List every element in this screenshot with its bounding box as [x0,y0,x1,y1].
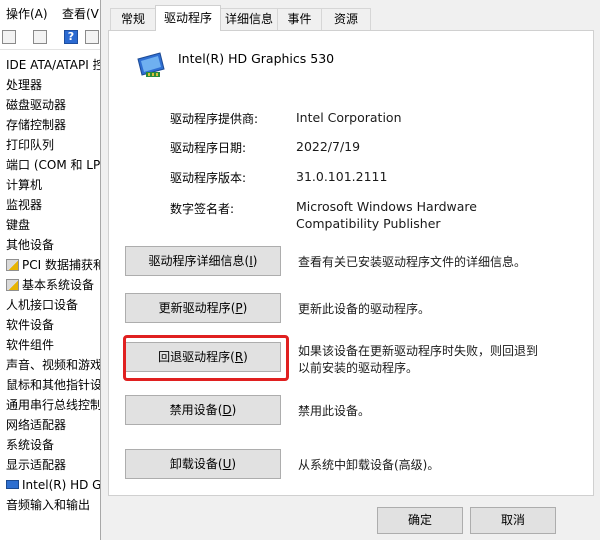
tree-node[interactable]: 处理器 [6,75,42,95]
toolbar-list-icon[interactable] [33,30,47,44]
uninstall-device-description: 从系统中卸载设备(高级)。 [298,458,440,472]
tree-node[interactable]: 系统设备 [6,435,54,455]
driver-tab-panel: Intel(R) HD Graphics 530 驱动程序提供商: Intel … [108,30,594,496]
tree-node[interactable]: 计算机 [6,175,42,195]
menu-bar: 操作(A) 查看(V) [0,0,110,26]
access-key: U [222,457,232,471]
rollback-highlight-box [123,335,289,381]
ok-button[interactable]: 确定 [377,507,463,534]
tab-bar: 常规 驱动程序 详细信息 事件 资源 [101,0,600,31]
tree-node[interactable]: 存储控制器 [6,115,66,135]
tree-node[interactable]: 基本系统设备 [6,275,94,295]
tree-node[interactable]: 端口 (COM 和 LPT) [6,155,112,175]
tree-node[interactable]: 软件设备 [6,315,54,335]
update-driver-button[interactable]: 更新驱动程序(P) [125,293,281,323]
signer-label: 数字签名者: [170,202,235,216]
device-name: Intel(R) HD Graphics 530 [178,51,335,66]
tree-node[interactable]: 软件组件 [6,335,54,355]
tree-node[interactable]: 监视器 [6,195,42,215]
cancel-button[interactable]: 取消 [470,507,556,534]
tab-details[interactable]: 详细信息 [220,8,278,30]
tree-node[interactable]: 键盘 [6,215,30,235]
warning-device-icon [6,279,19,291]
tab-general[interactable]: 常规 [110,8,156,30]
disable-device-description: 禁用此设备。 [298,404,371,418]
provider-value: Intel Corporation [296,110,402,125]
date-value: 2022/7/19 [296,139,361,154]
provider-label: 驱动程序提供商: [170,112,259,126]
warning-device-icon [6,259,19,271]
tree-node[interactable]: 鼠标和其他指针设备 [6,375,114,395]
version-value: 31.0.101.2111 [296,169,388,184]
tab-resources[interactable]: 资源 [321,8,371,30]
toolbar-properties-icon[interactable] [85,30,99,44]
tree-node[interactable]: 通用串行总线控制器 [6,395,114,415]
tree-node[interactable]: 网络适配器 [6,415,66,435]
version-label: 驱动程序版本: [170,171,247,185]
button-label: 更新驱动程序 [158,301,231,315]
access-key: D [222,403,232,417]
tab-driver[interactable]: 驱动程序 [155,5,221,31]
menu-action[interactable]: 操作(A) [6,5,48,22]
update-driver-description: 更新此设备的驱动程序。 [298,302,431,316]
date-label: 驱动程序日期: [170,141,247,155]
device-manager-window: 操作(A) 查看(V) ? IDE ATA/ATAPI 控制器 处理器 磁盘驱动… [0,0,189,540]
signer-value: Microsoft Windows Hardware Compatibility… [296,199,477,231]
toolbar-view-icon[interactable] [2,30,16,44]
help-icon[interactable]: ? [64,30,78,44]
device-properties-dialog: 常规 驱动程序 详细信息 事件 资源 Intel(R) HD Graphics … [100,0,600,540]
tree-node[interactable]: 其他设备 [6,235,54,255]
display-adapter-icon [137,52,165,77]
tree-node[interactable]: 音频输入和输出 [6,495,90,515]
tree-node[interactable]: 人机接口设备 [6,295,78,315]
button-label: 禁用设备 [169,403,218,417]
rollback-driver-description: 如果该设备在更新驱动程序时失败，则回退到以前安装的驱动程序。 [298,344,539,375]
tree-node[interactable]: 打印队列 [6,135,54,155]
toolbar: ? [0,26,110,50]
uninstall-device-button[interactable]: 卸载设备(U) [125,449,281,479]
tab-events[interactable]: 事件 [277,8,322,30]
driver-details-button[interactable]: 驱动程序详细信息(I) [125,246,281,276]
tree-node[interactable]: 磁盘驱动器 [6,95,66,115]
button-label: 驱动程序详细信息 [148,254,245,268]
menu-view[interactable]: 查看(V) [62,5,104,22]
disable-device-button[interactable]: 禁用设备(D) [125,395,281,425]
driver-details-description: 查看有关已安装驱动程序文件的详细信息。 [298,255,527,269]
display-adapter-icon [6,480,19,489]
access-key: I [249,254,253,268]
button-label: 卸载设备 [169,457,218,471]
tree-node[interactable]: 显示适配器 [6,455,66,475]
access-key: P [235,301,243,315]
